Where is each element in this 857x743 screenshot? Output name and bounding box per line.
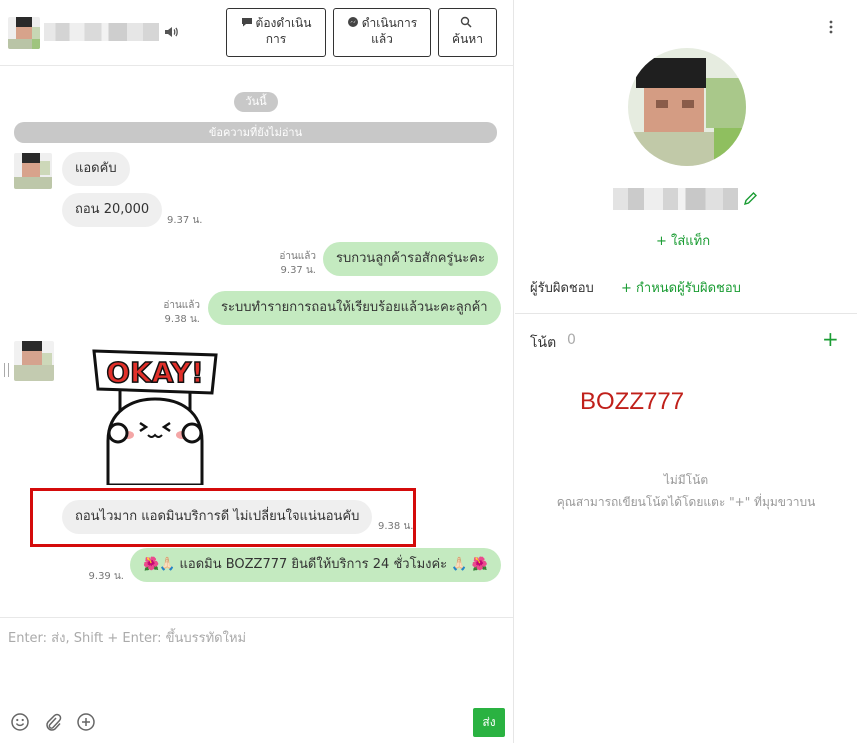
profile-avatar[interactable] (628, 48, 746, 166)
owner-label: ผู้รับผิดชอบ (530, 281, 594, 296)
unread-separator: ข้อความที่ยังไม่อ่าน (14, 122, 497, 143)
done-label-line2: แล้ว (371, 32, 393, 46)
read-receipt: อ่านแล้ว (163, 300, 200, 311)
message-time: 9.38 น. (164, 314, 200, 325)
messenger-icon (347, 17, 358, 27)
todo-label-line2: การ (265, 32, 287, 46)
divider (515, 313, 857, 314)
more-vertical-icon[interactable] (824, 18, 838, 36)
contact-name-blurred (44, 23, 159, 41)
incoming-message[interactable]: แอดคับ (62, 152, 130, 186)
message-input[interactable]: Enter: ส่ง, Shift + Enter: ขึ้นบรรทัดใหม… (8, 627, 246, 648)
pencil-icon[interactable] (742, 191, 758, 207)
assign-owner-link[interactable]: + กำหนดผู้รับผิดชอบ (621, 277, 741, 298)
outgoing-message[interactable]: ระบบทำรายการถอนให้เรียบร้อยแล้วนะคะลูกค้… (208, 291, 501, 325)
drag-handle[interactable] (4, 363, 9, 377)
sender-avatar[interactable] (14, 153, 52, 189)
brand-watermark: BOZZ777 (580, 388, 685, 415)
highlight-box (30, 488, 416, 547)
message-time: 9.39 น. (88, 571, 124, 582)
profile-name-blurred (613, 188, 738, 210)
chat-header: ต้องดำเนิน การ ดำเนินการ แล้ว ค้นหา (0, 0, 514, 66)
message-list[interactable]: วันนี้ ข้อความที่ยังไม่อ่าน แอดคับ ถอน 2… (0, 67, 513, 617)
add-tag-link[interactable]: + ใส่แท็ก (656, 230, 710, 251)
done-label-line1: ดำเนินการ (361, 16, 418, 30)
empty-notes-description: คุณสามารถเขียนโน้ตได้โดยแตะ "+" ที่มุมขว… (556, 495, 816, 509)
speech-bubble-icon (241, 18, 252, 27)
empty-notes-title: ไม่มีโน้ต (663, 473, 709, 487)
paperclip-icon[interactable] (43, 712, 63, 732)
notes-count: 0 (567, 332, 576, 348)
message-time: 9.37 น. (280, 265, 316, 276)
add-note-button[interactable]: + (822, 328, 839, 350)
speaker-icon[interactable] (163, 24, 179, 40)
search-button[interactable]: ค้นหา (438, 8, 497, 57)
profile-pane: + ใส่แท็ก ผู้รับผิดชอบ + กำหนดผู้รับผิดช… (515, 0, 857, 743)
todo-label-line1: ต้องดำเนิน (255, 16, 312, 30)
date-separator: วันนี้ (234, 92, 278, 112)
message-composer[interactable]: Enter: ส่ง, Shift + Enter: ขึ้นบรรทัดใหม… (0, 617, 513, 743)
contact-avatar[interactable] (8, 17, 40, 49)
notes-title: โน้ต (530, 335, 557, 351)
sender-avatar[interactable] (14, 341, 54, 381)
outgoing-message[interactable]: รบกวนลูกค้ารอสักครู่นะคะ (323, 242, 498, 276)
read-receipt: อ่านแล้ว (279, 251, 316, 262)
sticker-text: OKAY! (106, 356, 204, 389)
message-time: 9.37 น. (167, 215, 203, 226)
add-circle-icon[interactable] (76, 712, 96, 732)
search-label: ค้นหา (452, 32, 483, 46)
todo-button[interactable]: ต้องดำเนิน การ (226, 8, 326, 57)
search-icon (460, 16, 472, 28)
incoming-message[interactable]: ถอน 20,000 (62, 193, 163, 227)
okay-sticker[interactable]: OKAY! (90, 349, 220, 485)
send-button[interactable]: ส่ง (473, 708, 505, 737)
emoji-icon[interactable] (10, 712, 30, 732)
chat-pane: ต้องดำเนิน การ ดำเนินการ แล้ว ค้นหา วันน… (0, 0, 514, 743)
done-button[interactable]: ดำเนินการ แล้ว (333, 8, 431, 57)
outgoing-message[interactable]: 🌺🙏🏻 แอดมิน BOZZ777 ยินดีให้บริการ 24 ชั่… (130, 548, 501, 582)
